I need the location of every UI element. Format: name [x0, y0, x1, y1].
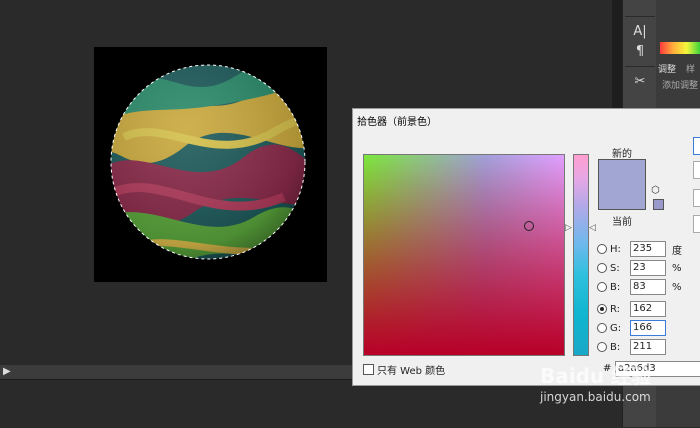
marbled-sphere-image: [110, 64, 306, 260]
input-s[interactable]: 23: [630, 260, 666, 276]
dialog-title: 拾色器（前景色）: [357, 117, 437, 128]
color-field[interactable]: [363, 154, 565, 356]
hue-slider[interactable]: [573, 154, 589, 356]
cancel-button[interactable]: [693, 161, 700, 179]
color-spectrum-bar[interactable]: [660, 42, 700, 54]
field-label-b: B:: [610, 281, 621, 293]
unit-b: %: [672, 281, 682, 293]
field-row-blue: B: 211: [597, 338, 666, 356]
color-libraries-button[interactable]: [693, 215, 700, 233]
add-swatch-button[interactable]: [693, 189, 700, 207]
color-picker-dialog: 拾色器（前景色） ▷ ◁ 新的 当前 ⬡ H: 235 度 S: 23 % B:…: [352, 108, 700, 386]
input-g[interactable]: 166: [630, 320, 666, 336]
tools-icon[interactable]: ✂: [627, 70, 653, 92]
ok-button[interactable]: [693, 137, 700, 155]
add-adjustment-label: 添加调整: [662, 81, 699, 91]
input-blue[interactable]: 211: [630, 339, 666, 355]
field-row-s: S: 23 %: [597, 259, 682, 277]
divider: [625, 66, 655, 67]
field-label-r: R:: [610, 303, 621, 315]
artboard[interactable]: [94, 47, 327, 282]
out-of-gamut-cube-icon[interactable]: ⬡: [651, 185, 660, 196]
panel-header: [660, 0, 700, 12]
color-field-shade: [364, 155, 564, 355]
tab-adjustments[interactable]: 调整: [658, 62, 676, 75]
field-row-h: H: 235 度: [597, 240, 682, 258]
timeline-area: [0, 379, 622, 428]
watermark-logo: Baidu 经验: [540, 364, 652, 388]
watermark-url: jingyan.baidu.com: [540, 390, 651, 404]
character-icon[interactable]: A|: [627, 20, 653, 42]
web-safe-swatch[interactable]: [653, 199, 664, 210]
divider: [625, 16, 655, 17]
slider-arrow-right-icon[interactable]: ◁: [589, 223, 596, 233]
web-only-label: 只有 Web 颜色: [377, 366, 446, 377]
play-icon[interactable]: ▶: [3, 366, 11, 377]
radio-r[interactable]: [597, 304, 607, 314]
radio-b[interactable]: [597, 282, 607, 292]
current-color-label: 当前: [612, 217, 632, 228]
new-color-swatch: [598, 159, 646, 185]
field-row-r: R: 162: [597, 300, 666, 318]
paragraph-icon[interactable]: ¶: [627, 40, 653, 62]
input-r[interactable]: 162: [630, 301, 666, 317]
field-label-s: S:: [610, 262, 620, 274]
input-h[interactable]: 235: [630, 241, 666, 257]
field-row-b: B: 83 %: [597, 278, 682, 296]
web-only-checkbox[interactable]: [363, 364, 374, 375]
new-color-label: 新的: [612, 149, 632, 160]
tab-styles[interactable]: 样: [686, 62, 695, 75]
field-label-blue: B:: [610, 341, 621, 353]
web-only-option[interactable]: 只有 Web 颜色: [363, 362, 445, 377]
unit-h: 度: [672, 245, 682, 257]
color-field-marker[interactable]: [524, 221, 534, 231]
field-label-g: G:: [610, 322, 622, 334]
input-b[interactable]: 83: [630, 279, 666, 295]
radio-blue[interactable]: [597, 342, 607, 352]
radio-g[interactable]: [597, 323, 607, 333]
radio-s[interactable]: [597, 263, 607, 273]
unit-s: %: [672, 262, 682, 274]
radio-h[interactable]: [597, 244, 607, 254]
field-label-h: H:: [610, 243, 621, 255]
field-row-g: G: 166: [597, 319, 666, 337]
current-color-swatch[interactable]: [598, 184, 646, 210]
slider-arrow-left-icon[interactable]: ▷: [565, 223, 572, 233]
